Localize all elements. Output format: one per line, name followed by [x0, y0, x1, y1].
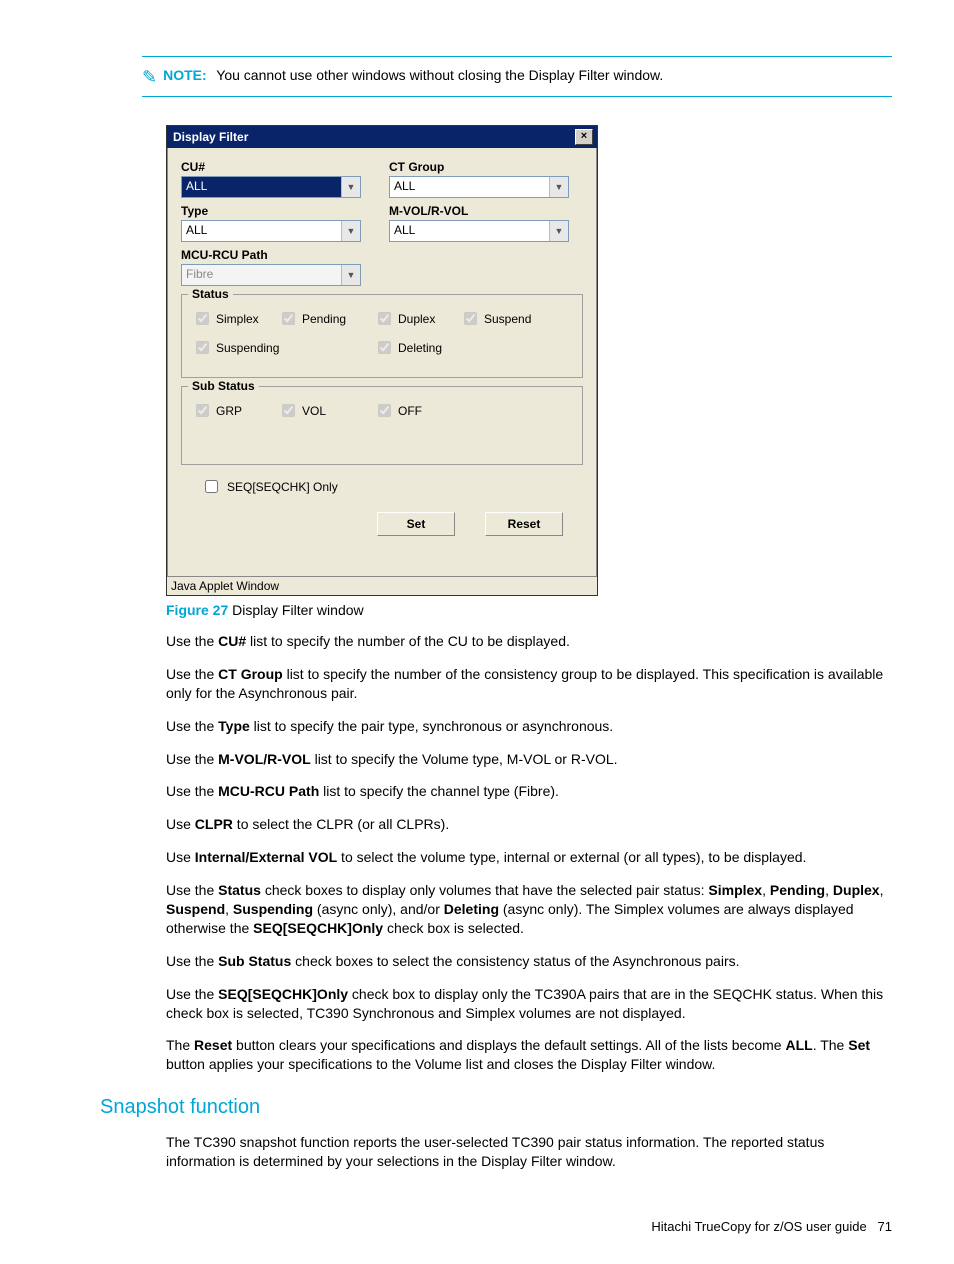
note-text: You cannot use other windows without clo… — [216, 67, 663, 83]
chevron-down-icon[interactable]: ▼ — [341, 221, 360, 241]
page-footer: Hitachi TrueCopy for z/OS user guide 71 — [62, 1219, 892, 1234]
type-combo[interactable]: ALL ▼ — [181, 220, 361, 242]
status-group: Status Simplex Pending Duplex Suspend Su… — [181, 294, 583, 378]
applet-footer: Java Applet Window — [167, 576, 597, 595]
note-label: NOTE: — [163, 67, 207, 83]
note-block: ✎ NOTE: You cannot use other windows wit… — [142, 56, 892, 97]
pending-checkbox[interactable]: Pending — [278, 309, 374, 328]
status-title: Status — [188, 287, 233, 301]
seqonly-label: SEQ[SEQCHK] Only — [227, 480, 338, 494]
mvolrvol-combo[interactable]: ALL ▼ — [389, 220, 569, 242]
section-heading: Snapshot function — [100, 1096, 892, 1119]
para-ctgroup: Use the CT Group list to specify the num… — [166, 665, 892, 703]
cu-label: CU# — [181, 160, 371, 174]
simplex-checkbox[interactable]: Simplex — [192, 309, 278, 328]
mvolrvol-label: M-VOL/R-VOL — [389, 204, 579, 218]
reset-button[interactable]: Reset — [485, 512, 563, 536]
vol-checkbox[interactable]: VOL — [278, 401, 374, 420]
grp-checkbox[interactable]: GRP — [192, 401, 278, 420]
note-icon: ✎ — [142, 68, 157, 86]
off-checkbox[interactable]: OFF — [374, 401, 460, 420]
para-reset-set: The Reset button clears your specificati… — [166, 1036, 892, 1074]
close-icon[interactable]: × — [575, 129, 593, 145]
display-filter-dialog: Display Filter × CU# ALL ▼ CT Group — [166, 125, 598, 596]
para-clpr: Use CLPR to select the CLPR (or all CLPR… — [166, 815, 892, 834]
chevron-down-icon[interactable]: ▼ — [549, 177, 568, 197]
substatus-title: Sub Status — [188, 379, 259, 393]
suspending-checkbox[interactable]: Suspending — [192, 338, 374, 357]
dialog-title: Display Filter — [173, 130, 248, 144]
duplex-checkbox[interactable]: Duplex — [374, 309, 460, 328]
para-intext: Use Internal/External VOL to select the … — [166, 848, 892, 867]
seqonly-checkbox[interactable] — [205, 480, 218, 493]
ctgroup-label: CT Group — [389, 160, 579, 174]
para-status: Use the Status check boxes to display on… — [166, 881, 892, 938]
para-cu: Use the CU# list to specify the number o… — [166, 632, 892, 651]
section-text: The TC390 snapshot function reports the … — [166, 1133, 892, 1171]
deleting-checkbox[interactable]: Deleting — [374, 338, 460, 357]
chevron-down-icon[interactable]: ▼ — [341, 265, 360, 285]
mcurcu-combo[interactable]: Fibre ▼ — [181, 264, 361, 286]
para-seqonly: Use the SEQ[SEQCHK]Only check box to dis… — [166, 985, 892, 1023]
type-label: Type — [181, 204, 371, 218]
set-button[interactable]: Set — [377, 512, 455, 536]
cu-combo[interactable]: ALL ▼ — [181, 176, 361, 198]
mcurcu-label: MCU-RCU Path — [181, 248, 371, 262]
substatus-group: Sub Status GRP VOL OFF — [181, 386, 583, 465]
dialog-titlebar[interactable]: Display Filter × — [167, 126, 597, 148]
para-mvolrvol: Use the M-VOL/R-VOL list to specify the … — [166, 750, 892, 769]
ctgroup-combo[interactable]: ALL ▼ — [389, 176, 569, 198]
chevron-down-icon[interactable]: ▼ — [549, 221, 568, 241]
chevron-down-icon[interactable]: ▼ — [341, 177, 360, 197]
para-type: Use the Type list to specify the pair ty… — [166, 717, 892, 736]
para-substatus: Use the Sub Status check boxes to select… — [166, 952, 892, 971]
para-mcurcu: Use the MCU-RCU Path list to specify the… — [166, 782, 892, 801]
suspend-checkbox[interactable]: Suspend — [460, 309, 546, 328]
figure-caption: Figure 27 Display Filter window — [166, 602, 892, 618]
